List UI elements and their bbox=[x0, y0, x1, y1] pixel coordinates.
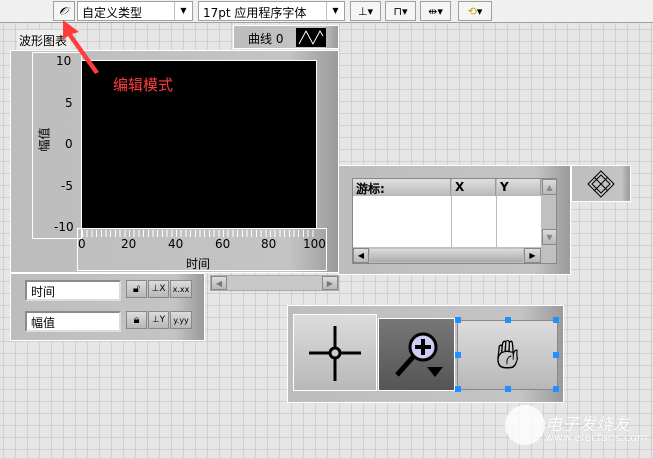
x-lock-button[interactable]: 🔓︎ bbox=[126, 280, 147, 298]
distribute-objects-icon: ⊓▾ bbox=[393, 4, 408, 18]
y-lock-button[interactable]: 🔒︎ bbox=[126, 311, 147, 329]
plot-legend[interactable]: 曲线 0 bbox=[233, 25, 339, 49]
reorder-icon: ⟲ bbox=[467, 4, 477, 18]
y-tick: -10 bbox=[54, 220, 74, 234]
pen-icon: 𝒪 bbox=[57, 2, 71, 20]
distribute-objects-button[interactable]: ⊓▾ bbox=[385, 1, 416, 21]
x-axis-label[interactable]: 时间 bbox=[186, 255, 210, 272]
waveform-chart: 幅值 10 5 0 -5 -10 0 20 40 60 80 100 时间 bbox=[10, 50, 339, 273]
autoscale-y-icon: ⊥Y bbox=[151, 315, 166, 325]
x-tick: 60 bbox=[215, 237, 231, 251]
x-format-button[interactable]: x.xx bbox=[170, 280, 192, 298]
chevron-down-icon: ▼ bbox=[174, 2, 192, 20]
scroll-right-icon[interactable]: ▶ bbox=[322, 276, 338, 290]
resize-objects-icon: ⇹▾ bbox=[428, 4, 443, 18]
y-autoscale-button[interactable]: ⊥Y bbox=[148, 311, 169, 329]
lock-icon: 🔒︎ bbox=[133, 313, 140, 326]
x-tick: 0 bbox=[78, 237, 86, 251]
x-tick: 20 bbox=[121, 237, 137, 251]
unlock-icon: 🔓︎ bbox=[132, 282, 141, 295]
font-dropdown[interactable]: 17pt 应用程序字体 ▼ bbox=[198, 1, 345, 21]
x-scale-name-field[interactable]: 时间 bbox=[25, 280, 121, 301]
watermark-url: www.elecfans.com bbox=[545, 431, 648, 444]
selection-handle[interactable] bbox=[553, 352, 559, 358]
scroll-left-icon[interactable]: ◀ bbox=[211, 276, 227, 290]
cursor-tool-button[interactable] bbox=[293, 314, 377, 391]
y-format-icon: y.yy bbox=[173, 315, 189, 325]
x-tick: 80 bbox=[261, 237, 277, 251]
selection-handle[interactable] bbox=[455, 352, 461, 358]
y-axis-label[interactable]: 幅值 bbox=[36, 127, 53, 151]
align-objects-icon: ⊥▾ bbox=[357, 4, 374, 18]
x-tick: 40 bbox=[168, 237, 184, 251]
scroll-right-icon[interactable]: ▶ bbox=[524, 248, 541, 263]
x-tick: 100 bbox=[303, 237, 326, 251]
cursor-header-name: 游标: bbox=[353, 179, 451, 196]
zoom-tool-button[interactable] bbox=[378, 318, 455, 391]
crosshair-icon bbox=[309, 325, 361, 381]
selection-handle[interactable] bbox=[553, 386, 559, 392]
y-scale-name-field[interactable]: 幅值 bbox=[25, 311, 121, 332]
plot-name: 曲线 0 bbox=[248, 32, 284, 46]
x-axis-ticks bbox=[82, 230, 317, 237]
chart-scrollbar[interactable]: ◀ ▶ bbox=[210, 275, 339, 291]
selection-handle[interactable] bbox=[553, 317, 559, 323]
selection-handle[interactable] bbox=[455, 317, 461, 323]
align-objects-button[interactable]: ⊥▾ bbox=[350, 1, 381, 21]
y-format-button[interactable]: y.yy bbox=[170, 311, 192, 329]
watermark-logo-icon bbox=[505, 405, 545, 445]
x-autoscale-button[interactable]: ⊥X bbox=[148, 280, 169, 298]
y-tick: 5 bbox=[65, 96, 73, 110]
y-tick: -5 bbox=[61, 179, 73, 193]
y-tick: 0 bbox=[65, 137, 73, 151]
graph-palette: ✋︎ bbox=[287, 305, 564, 403]
autoscale-x-icon: ⊥X bbox=[151, 284, 166, 294]
selection-handle[interactable] bbox=[505, 317, 511, 323]
annotation-arrow-icon bbox=[63, 20, 99, 74]
scroll-up-icon[interactable]: ▲ bbox=[542, 179, 557, 195]
cursor-movement-button[interactable] bbox=[571, 165, 631, 202]
resize-objects-button[interactable]: ⇹▾ bbox=[420, 1, 451, 21]
plot-line-style-icon bbox=[296, 28, 326, 47]
selection-handle[interactable] bbox=[505, 386, 511, 392]
cursor-header-x: X bbox=[452, 179, 496, 196]
horizontal-scroll-thumb[interactable] bbox=[370, 249, 523, 262]
pan-tool-button[interactable]: ✋︎ bbox=[457, 320, 558, 390]
reorder-button[interactable]: ⟲ ▾ bbox=[458, 1, 492, 21]
scale-legend: 时间 幅值 🔓︎ ⊥X x.xx 🔒︎ ⊥Y y.yy bbox=[10, 273, 205, 341]
cursor-legend: 游标: X Y ▲ ▼ ◀ ▶ bbox=[338, 165, 571, 275]
x-format-icon: x.xx bbox=[172, 284, 190, 294]
annotation-text: 编辑模式 bbox=[113, 76, 174, 94]
cursor-move-diamond-icon bbox=[587, 170, 615, 198]
hand-icon: ✋︎ bbox=[496, 332, 519, 378]
cursor-table-body[interactable] bbox=[353, 196, 541, 247]
zoom-in-icon bbox=[394, 332, 443, 377]
scroll-left-icon[interactable]: ◀ bbox=[353, 248, 369, 263]
font-value: 17pt 应用程序字体 bbox=[203, 6, 307, 20]
cursor-header-y: Y bbox=[497, 179, 541, 196]
scroll-down-icon[interactable]: ▼ bbox=[542, 229, 557, 245]
selection-handle[interactable] bbox=[455, 386, 461, 392]
chevron-down-icon: ▼ bbox=[326, 2, 344, 20]
